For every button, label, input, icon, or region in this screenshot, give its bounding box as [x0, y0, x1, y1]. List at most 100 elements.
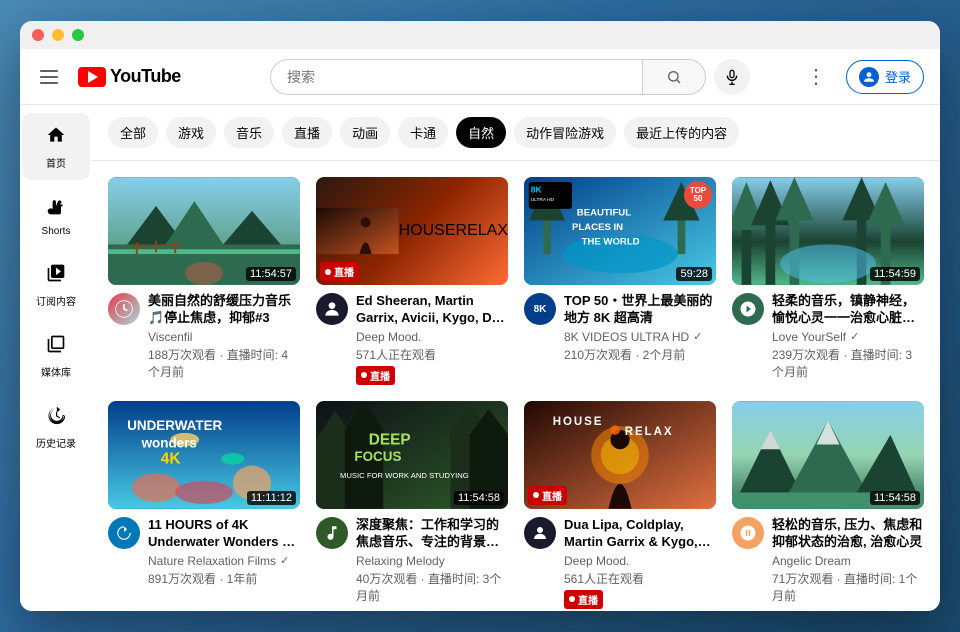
search-input[interactable]: [270, 59, 642, 95]
channel-name-8: Angelic Dream: [772, 554, 851, 568]
video-card-7[interactable]: HOUSE RELAX 直播: [524, 401, 716, 609]
sidebar-item-home[interactable]: 首页: [22, 113, 90, 180]
avatar-4: [732, 293, 764, 325]
minimize-button[interactable]: [52, 29, 64, 41]
browser-window: YouTube ⋮: [20, 21, 940, 611]
video-card-4[interactable]: 11:54:59 轻柔的音乐，镇静神经，愉悦心灵一一治愈心脏和血管的音乐 Lov…: [732, 177, 924, 385]
history-icon: [46, 405, 66, 431]
svg-text:THE WORLD: THE WORLD: [582, 236, 640, 247]
avatar-1: [108, 293, 140, 325]
svg-text:RELAX: RELAX: [625, 426, 674, 438]
live-indicator-2: 直播: [356, 366, 395, 385]
video-meta-5: 11 HOURS of 4K Underwater Wonders + Rela…: [148, 517, 300, 587]
video-stats-6: 40万次观看 · 直播时间: 3个月前: [356, 570, 508, 604]
sidebar-shorts-label: Shorts: [42, 226, 71, 237]
shorts-icon: [46, 196, 66, 222]
avatar-2: [316, 293, 348, 325]
duration-6: 11:54:58: [454, 491, 504, 505]
more-options-button[interactable]: ⋮: [802, 60, 830, 93]
sidebar-history-label: 历史记录: [36, 435, 76, 450]
svg-text:UNDERWATER: UNDERWATER: [127, 418, 222, 433]
filter-music[interactable]: 音乐: [224, 117, 274, 148]
mic-icon: [724, 69, 740, 85]
sidebar-item-shorts[interactable]: Shorts: [22, 184, 90, 247]
video-meta-8: 轻松的音乐, 压力、焦虑和抑郁状态的治愈, 治愈心灵 Angelic Dream…: [772, 517, 924, 604]
user-avatar-icon: [859, 67, 879, 87]
thumbnail-5: UNDERWATER wonders 4K 11:11:12: [108, 401, 300, 509]
sidebar-library-label: 媒体库: [41, 364, 71, 379]
sidebar-item-library[interactable]: 媒体库: [22, 322, 90, 389]
video-card-6[interactable]: DEEP FOCUS MUSIC FOR WORK AND STUDYING 1…: [316, 401, 508, 609]
filter-live[interactable]: 直播: [282, 117, 332, 148]
duration-4: 11:54:59: [870, 267, 920, 281]
library-icon: [46, 334, 66, 360]
video-stats-3: 210万次观看 · 2个月前: [564, 346, 716, 363]
filter-bar: 全部 游戏 音乐 直播 动画 卡通 自然 动作冒险游戏 最近上传的内容: [92, 105, 940, 161]
thumbnail-8: 11:54:58: [732, 401, 924, 509]
filter-nature[interactable]: 自然: [456, 117, 506, 148]
avatar-7: [524, 517, 556, 549]
svg-text:HOUSE: HOUSE: [553, 416, 604, 428]
video-card-1[interactable]: 11:54:57 美丽自然的舒缓压力音乐🎵停止焦虑，抑郁#3 Viscenfil…: [108, 177, 300, 385]
video-title-6: 深度聚焦：工作和学习的焦虑音乐、专注的背景音乐、学习音...: [356, 517, 508, 551]
thumbnail-4: 11:54:59: [732, 177, 924, 285]
maximize-button[interactable]: [72, 29, 84, 41]
subscriptions-icon: [46, 263, 66, 289]
svg-text:4K: 4K: [161, 450, 181, 467]
filter-recent[interactable]: 最近上传的内容: [624, 117, 739, 148]
menu-button[interactable]: [36, 66, 62, 88]
video-meta-2: Ed Sheeran, Martin Garrix, Avicii, Kygo,…: [356, 293, 508, 385]
youtube-play-icon: [88, 71, 98, 83]
video-title-7: Dua Lipa, Coldplay, Martin Garrix & Kygo…: [564, 517, 716, 551]
logo[interactable]: YouTube: [78, 66, 181, 87]
filter-action[interactable]: 动作冒险游戏: [514, 117, 616, 148]
video-card-3[interactable]: 8K ULTRA HD BEAUTIFUL PLACES IN THE WORL…: [524, 177, 716, 385]
sign-in-button[interactable]: 登录: [846, 60, 924, 94]
video-info-1: 美丽自然的舒缓压力音乐🎵停止焦虑，抑郁#3 Viscenfil 188万次观看 …: [108, 293, 300, 380]
filter-all[interactable]: 全部: [108, 117, 158, 148]
avatar-8: [732, 517, 764, 549]
svg-text:wonders: wonders: [141, 435, 197, 450]
thumbnail-7: HOUSE RELAX 直播: [524, 401, 716, 509]
video-title-5: 11 HOURS of 4K Underwater Wonders + Rela…: [148, 517, 300, 551]
verified-icon-5: ✓: [280, 554, 289, 567]
sidebar-item-subscriptions[interactable]: 订阅内容: [22, 251, 90, 318]
video-meta-7: Dua Lipa, Coldplay, Martin Garrix & Kygo…: [564, 517, 716, 609]
title-bar: [20, 21, 940, 49]
video-stats-2: 571人正在观看: [356, 346, 508, 363]
duration-5: 11:11:12: [247, 491, 296, 505]
video-card-8[interactable]: 11:54:58 轻松的音乐, 压力、焦虑和抑郁状态的治愈, 治愈心灵 Ange…: [732, 401, 924, 609]
live-badge-7: 直播: [528, 486, 567, 505]
verified-icon-4: ✓: [850, 330, 859, 343]
video-stats-7: 561人正在观看: [564, 570, 716, 587]
thumbnail-1: 11:54:57: [108, 177, 300, 285]
channel-name-4: Love YourSelf: [772, 330, 846, 344]
thumbnail-3: 8K ULTRA HD BEAUTIFUL PLACES IN THE WORL…: [524, 177, 716, 285]
mic-button[interactable]: [714, 59, 750, 95]
sidebar-item-history[interactable]: 历史记录: [22, 393, 90, 460]
filter-animation[interactable]: 动画: [340, 117, 390, 148]
channel-name-3: 8K VIDEOS ULTRA HD: [564, 330, 689, 344]
video-stats-1: 188万次观看 · 直播时间: 4个月前: [148, 346, 300, 380]
video-card-5[interactable]: UNDERWATER wonders 4K 11:11:12 11 HOUR: [108, 401, 300, 609]
thumbnail-2: HOUSE RELAX 直播: [316, 177, 508, 285]
duration-8: 11:54:58: [870, 491, 920, 505]
filter-cards[interactable]: 卡通: [398, 117, 448, 148]
svg-text:8K: 8K: [531, 185, 543, 195]
header-left: YouTube: [36, 66, 236, 88]
sidebar-subscriptions-label: 订阅内容: [36, 293, 76, 308]
channel-name-7: Deep Mood.: [564, 554, 629, 568]
header: YouTube ⋮: [20, 49, 940, 105]
video-title-4: 轻柔的音乐，镇静神经，愉悦心灵一一治愈心脏和血管的音乐: [772, 293, 924, 327]
sign-in-label: 登录: [885, 67, 911, 86]
avatar-6: [316, 517, 348, 549]
video-card-2[interactable]: HOUSE RELAX 直播 Ed Sheeran,: [316, 177, 508, 385]
search-button[interactable]: [642, 59, 706, 95]
close-button[interactable]: [32, 29, 44, 41]
avatar-3: 8K: [524, 293, 556, 325]
duration-3: 59:28: [676, 267, 712, 281]
video-title-2: Ed Sheeran, Martin Garrix, Avicii, Kygo,…: [356, 293, 508, 327]
svg-text:ULTRA HD: ULTRA HD: [531, 197, 555, 203]
video-title-1: 美丽自然的舒缓压力音乐🎵停止焦虑，抑郁#3: [148, 293, 300, 327]
filter-games[interactable]: 游戏: [166, 117, 216, 148]
